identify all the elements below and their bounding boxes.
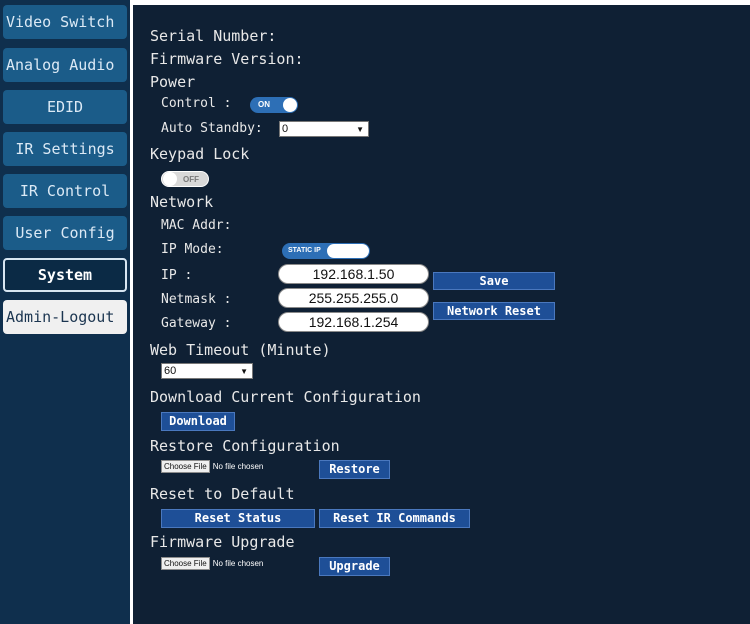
ip-mode-label: IP Mode:: [161, 242, 224, 257]
restore-file-input[interactable]: Choose File No file chosen: [161, 460, 263, 474]
reset-ir-commands-button[interactable]: Reset IR Commands: [319, 509, 470, 528]
web-timeout-value: 60: [164, 365, 177, 377]
firmware-file-input[interactable]: Choose File No file chosen: [161, 557, 263, 571]
nav-user-config[interactable]: User Config: [3, 216, 127, 250]
power-control-toggle[interactable]: ON: [250, 97, 298, 113]
auto-standby-label: Auto Standby:: [161, 121, 263, 136]
keypad-lock-heading: Keypad Lock: [150, 145, 250, 163]
chevron-down-icon: ▼: [356, 125, 364, 134]
web-timeout-select[interactable]: 60 ▼: [161, 363, 253, 379]
keypad-lock-toggle[interactable]: OFF: [161, 171, 209, 187]
nav-admin-logout[interactable]: Admin-Logout: [3, 300, 127, 334]
upgrade-button[interactable]: Upgrade: [319, 557, 390, 576]
nav-system[interactable]: System: [3, 258, 127, 292]
netmask-input[interactable]: 255.255.255.0: [278, 288, 429, 308]
mac-addr-label: MAC Addr:: [161, 218, 232, 233]
toggle-knob: [327, 244, 369, 258]
restore-choose-file-button[interactable]: Choose File: [161, 460, 210, 473]
keypad-toggle-text: OFF: [183, 175, 199, 184]
web-timeout-heading: Web Timeout (Minute): [150, 341, 331, 359]
power-toggle-text: ON: [258, 100, 270, 109]
restore-file-status: No file chosen: [212, 462, 264, 471]
gateway-input[interactable]: 192.168.1.254: [278, 312, 429, 332]
network-reset-button[interactable]: Network Reset: [433, 302, 555, 320]
ip-mode-toggle-text: STATIC IP: [288, 247, 321, 254]
nav-ir-control[interactable]: IR Control: [3, 174, 127, 208]
firmware-choose-file-button[interactable]: Choose File: [161, 557, 210, 570]
nav-video-switch[interactable]: Video Switch: [3, 5, 127, 39]
sidebar: Video Switch Analog Audio EDID IR Settin…: [0, 0, 130, 624]
reset-heading: Reset to Default: [150, 485, 295, 503]
firmware-upgrade-heading: Firmware Upgrade: [150, 533, 295, 551]
firmware-version-label: Firmware Version:: [150, 50, 304, 68]
toggle-knob: [283, 98, 297, 112]
nav-ir-settings[interactable]: IR Settings: [3, 132, 127, 166]
system-panel: Serial Number: Firmware Version: Power C…: [133, 5, 750, 624]
download-heading: Download Current Configuration: [150, 388, 421, 406]
serial-number-label: Serial Number:: [150, 27, 277, 45]
netmask-label: Netmask :: [161, 292, 232, 307]
restore-heading: Restore Configuration: [150, 437, 340, 455]
ip-label: IP :: [161, 268, 193, 283]
auto-standby-value: 0: [282, 123, 289, 135]
power-heading: Power: [150, 73, 196, 91]
restore-button[interactable]: Restore: [319, 460, 390, 479]
power-control-label: Control :: [161, 96, 232, 111]
firmware-file-status: No file chosen: [212, 559, 264, 568]
nav-edid[interactable]: EDID: [3, 90, 127, 124]
save-button[interactable]: Save: [433, 272, 555, 290]
reset-status-button[interactable]: Reset Status: [161, 509, 315, 528]
ip-mode-toggle[interactable]: STATIC IP: [282, 243, 370, 259]
ip-input[interactable]: 192.168.1.50: [278, 264, 429, 284]
nav-analog-audio[interactable]: Analog Audio: [3, 48, 127, 82]
auto-standby-select[interactable]: 0 ▼: [279, 121, 369, 137]
download-button[interactable]: Download: [161, 412, 235, 431]
chevron-down-icon: ▼: [240, 367, 248, 376]
toggle-knob: [163, 172, 177, 186]
gateway-label: Gateway :: [161, 316, 232, 331]
network-heading: Network: [150, 193, 214, 211]
